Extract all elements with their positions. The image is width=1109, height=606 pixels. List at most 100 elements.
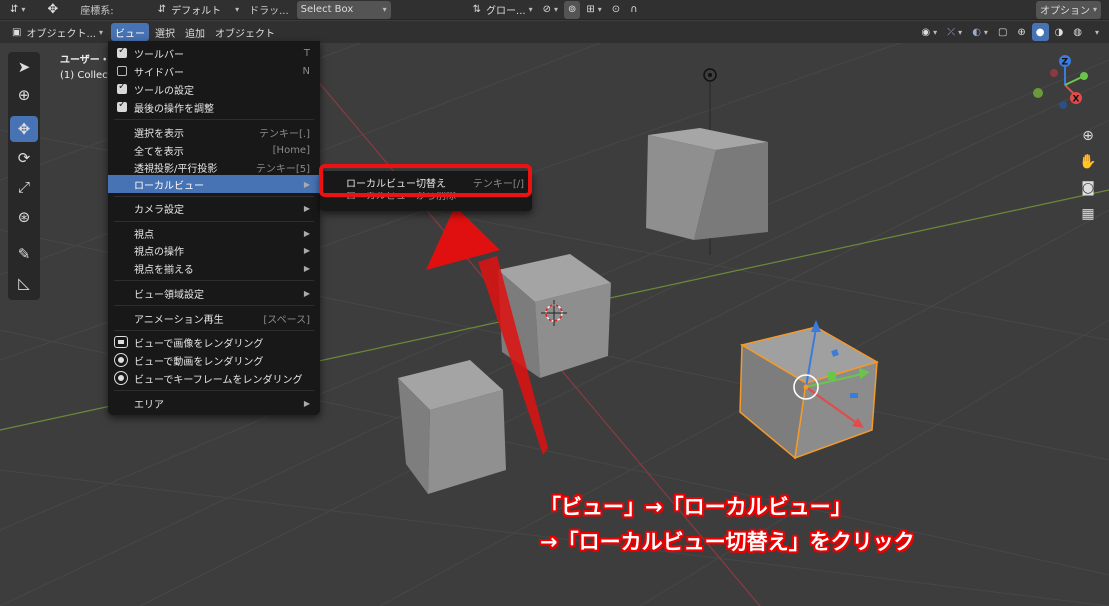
scale-icon: ⤢ — [17, 178, 30, 196]
menu-select[interactable]: 選択 — [151, 23, 179, 41]
menu-item-align-view[interactable]: 視点を揃える ▶ — [108, 259, 320, 277]
cube-front-left[interactable] — [398, 360, 506, 494]
shading-wireframe[interactable]: ⊕ — [1013, 23, 1029, 41]
chevron-down-icon: ▾ — [1094, 27, 1099, 37]
checkbox-icon[interactable] — [117, 81, 127, 94]
menu-item-adjust-last-operation[interactable]: 最後の操作を調整 — [108, 98, 320, 116]
menu-item-label: ツールの設定 — [134, 85, 194, 97]
svg-text:X: X — [1073, 95, 1080, 105]
menu-item-local-view[interactable]: ローカルビュー ▶ — [108, 175, 320, 193]
menu-item-navigation[interactable]: 視点の操作 ▶ — [108, 241, 320, 259]
tool-measure[interactable]: ◺ — [10, 270, 38, 296]
camera-view-button[interactable]: ◙ — [1076, 176, 1100, 200]
select-mode-dropdown[interactable]: Select Box ▾ — [296, 0, 391, 19]
snap-magnet-toggle[interactable]: ⊚ — [564, 0, 581, 19]
menu-divider — [114, 305, 314, 306]
chevron-down-icon: ▾ — [933, 27, 938, 37]
checkbox-icon[interactable] — [117, 99, 127, 112]
xray-toggle[interactable]: ▢ — [994, 23, 1011, 41]
menu-item-frame-all[interactable]: 全てを表示 [Home] — [108, 141, 320, 159]
magnet-icon: ⊚ — [568, 4, 577, 15]
menu-item-viewport-render-animation[interactable]: ビューで動画をレンダリング — [108, 351, 320, 369]
overlay-icon: ◐ — [972, 26, 981, 38]
mode-dropdown[interactable]: ▣ オブジェクト... ▾ — [8, 23, 107, 41]
menu-item-tool-settings[interactable]: ツールの設定 — [108, 80, 320, 98]
move-gizmo-button[interactable]: ✥ — [43, 1, 62, 19]
chevron-down-icon: ▾ — [99, 27, 104, 37]
svg-text:Z: Z — [1062, 58, 1069, 68]
menu-item-label: カメラ設定 — [134, 204, 184, 216]
drag-label: ドラッ... — [249, 6, 289, 17]
checkbox-icon[interactable] — [117, 45, 127, 58]
menu-item-frame-selected[interactable]: 選択を表示 テンキー[.] — [108, 123, 320, 141]
caption-line-1: 「ビュー」→「ローカルビュー」 — [540, 495, 852, 519]
menu-view-label: ビュー — [115, 28, 146, 40]
menu-item-label: 全てを表示 — [134, 146, 184, 158]
shading-material[interactable]: ◑ — [1051, 23, 1068, 41]
snap-target-dropdown[interactable]: ⊞ ▾ — [582, 1, 605, 19]
menu-item-label: ビューでキーフレームをレンダリング — [134, 374, 303, 386]
proportional-edit-toggle[interactable]: ⊙ — [608, 1, 624, 19]
left-toolbar: ➤ ⊕ ✥ ⟳ ⤢ ⊛ ✎ ◺ — [8, 52, 40, 300]
snap-button[interactable]: ⊘ ▾ — [539, 1, 562, 19]
tool-select-box[interactable]: ➤ — [10, 54, 38, 80]
gizmo-icon: ⤫ — [947, 26, 956, 38]
menu-item-viewpoint[interactable]: 視点 ▶ — [108, 224, 320, 242]
orientation-icon: ⇵ — [157, 4, 167, 15]
shading-options[interactable]: ▾ — [1088, 23, 1103, 41]
menu-item-cameras[interactable]: カメラ設定 ▶ — [108, 199, 320, 217]
submenu-arrow-icon: ▶ — [303, 288, 310, 298]
menu-item-sidebar[interactable]: サイドバー N — [108, 62, 320, 80]
menu-item-viewport-render-image[interactable]: ビューで画像をレンダリング — [108, 333, 320, 351]
menu-item-viewport-render-keyframes[interactable]: ビューでキーフレームをレンダリング — [108, 369, 320, 387]
tool-annotate[interactable]: ✎ — [10, 241, 38, 267]
caption-line-2: →「ローカルビュー切替え」をクリック — [540, 530, 915, 554]
menu-object[interactable]: オブジェクト — [211, 23, 279, 41]
menu-add[interactable]: 追加 — [181, 23, 209, 41]
mode-label: オブジェクト... — [26, 28, 96, 40]
shading-rendered[interactable]: ◍ — [1069, 23, 1086, 41]
tool-scale[interactable]: ⤢ — [10, 174, 38, 200]
chevron-down-icon: ▾ — [1092, 5, 1097, 14]
falloff-button[interactable]: ∩ — [626, 1, 641, 19]
tool-cursor[interactable]: ⊕ — [10, 82, 38, 108]
orientation-dropdown[interactable]: ⇵ デフォルト ▾ — [154, 1, 243, 19]
shading-solid[interactable]: ● — [1031, 23, 1049, 41]
visibility-dropdown[interactable]: ◉ ▾ — [917, 23, 941, 41]
menu-item-shortcut: [スペース] — [263, 314, 310, 326]
transform-orientation-button[interactable]: ⇵ ▾ — [6, 1, 29, 19]
orientation-value: デフォルト — [171, 6, 222, 17]
menu-item-shortcut: テンキー[5] — [255, 163, 310, 175]
tool-rotate[interactable]: ⟳ — [10, 145, 38, 171]
pan-button[interactable]: ✋ — [1076, 150, 1100, 174]
options-dropdown[interactable]: オプション ▾ — [1035, 0, 1101, 19]
menu-item-label: ツールバー — [134, 49, 184, 61]
pivot-dropdown[interactable]: ⇅ グロー... ▾ — [469, 1, 537, 19]
ortho-toggle-button[interactable]: ▦ — [1076, 202, 1100, 226]
menu-item-label: ローカルビュー — [134, 180, 204, 192]
pivot-value: グロー... — [486, 6, 526, 17]
navigation-gizmo[interactable]: Z X — [1033, 55, 1088, 109]
checkbox-icon[interactable] — [117, 66, 127, 76]
ruler-icon: ◺ — [18, 274, 30, 292]
menu-view[interactable]: ビュー — [111, 23, 150, 41]
cube-back[interactable] — [646, 128, 768, 240]
transform-icon: ⊛ — [17, 208, 31, 226]
tool-move[interactable]: ✥ — [10, 116, 38, 142]
zoom-button[interactable]: ⊕ — [1076, 124, 1100, 148]
menu-item-label: 選択を表示 — [134, 128, 184, 140]
menu-item-perspective-ortho[interactable]: 透視投影/平行投影 テンキー[5] — [108, 158, 320, 176]
overlay-toggle[interactable]: ◐ ▾ — [968, 23, 992, 41]
menu-item-play-animation[interactable]: アニメーション再生 [スペース] — [108, 309, 320, 327]
select-mode-value: Select Box — [300, 4, 354, 15]
menu-item-view-regions[interactable]: ビュー領域設定 ▶ — [108, 284, 320, 302]
tool-transform[interactable]: ⊛ — [10, 204, 38, 230]
menu-item-area[interactable]: エリア ▶ — [108, 394, 320, 412]
view-menu: ツールバー T サイドバー N ツールの設定 最後の操作を調整 選択を表示 テン… — [108, 41, 320, 415]
submenu-arrow-icon: ▶ — [303, 228, 310, 238]
menu-item-toolbar[interactable]: ツールバー T — [108, 44, 320, 62]
menu-item-label: アニメーション再生 — [134, 314, 224, 326]
crosshair-icon: ⊕ — [17, 86, 31, 104]
menu-select-label: 選択 — [155, 28, 176, 40]
gizmo-toggle[interactable]: ⤫ ▾ — [943, 23, 966, 41]
